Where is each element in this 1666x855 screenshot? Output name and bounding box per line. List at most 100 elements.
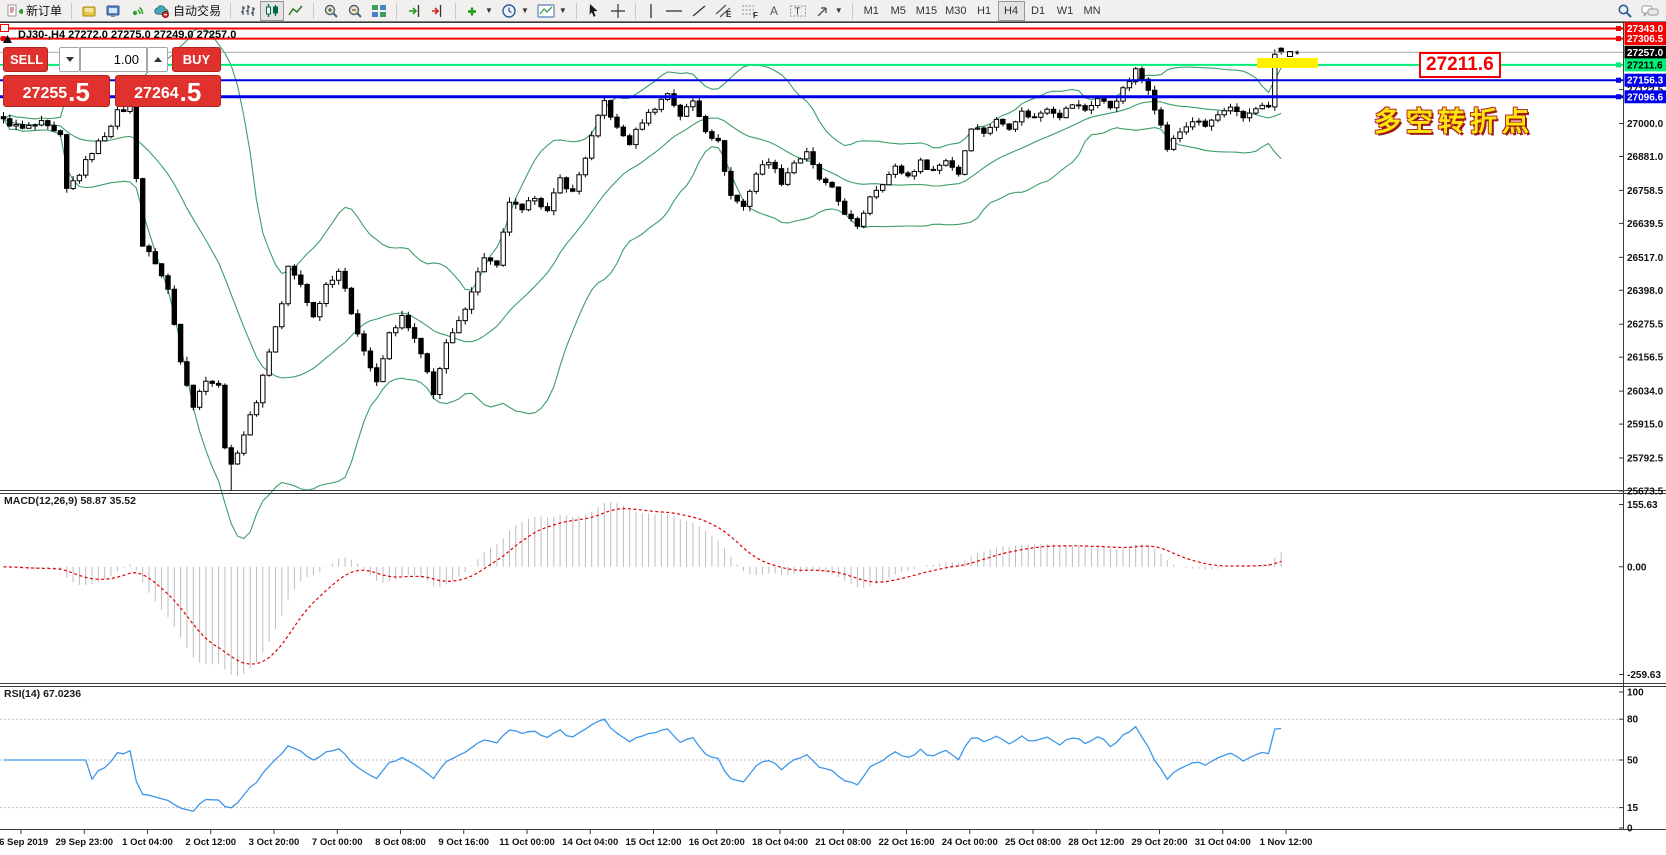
volume-decrease-button[interactable] — [59, 47, 80, 72]
auto-trading-button[interactable]: 自动交易 — [149, 1, 225, 21]
chart-shift-button[interactable] — [426, 1, 450, 21]
indicators-button[interactable]: ▼ — [461, 1, 497, 21]
timeframe-group: M1M5M15M30H1H4D1W1MN — [858, 1, 1106, 21]
timeframe-h1-button[interactable]: H1 — [971, 1, 998, 21]
sell-button[interactable]: SELL — [3, 47, 48, 72]
sell-price-frac: .5 — [68, 81, 90, 103]
horizontal-line-button[interactable] — [661, 1, 687, 21]
chevron-down-icon: ▼ — [835, 6, 843, 15]
timeframe-mn-button[interactable]: MN — [1079, 1, 1106, 21]
chat-icon — [1641, 3, 1659, 19]
zoom-in-button[interactable] — [319, 1, 343, 21]
zoom-in-icon — [323, 3, 339, 19]
timeframe-w1-button[interactable]: W1 — [1052, 1, 1079, 21]
svg-text:25915.0: 25915.0 — [1627, 420, 1664, 431]
chevron-down-icon: ▼ — [485, 6, 493, 15]
line-chart-button[interactable] — [284, 1, 308, 21]
svg-text:50: 50 — [1627, 756, 1639, 767]
text-icon: A — [767, 3, 781, 19]
chevron-down-icon: ▼ — [521, 6, 529, 15]
toolbar: 新订单 自动交易 ▼ ▼ ▼ E F A T ▼ M1M5M15M30H1H4D… — [0, 0, 1666, 22]
svg-text:29 Oct 20:00: 29 Oct 20:00 — [1132, 837, 1188, 848]
chevron-down-icon: ▼ — [559, 6, 567, 15]
svg-text:8 Oct 08:00: 8 Oct 08:00 — [375, 837, 426, 848]
svg-text:14 Oct 04:00: 14 Oct 04:00 — [562, 837, 618, 848]
vertical-line-button[interactable] — [641, 1, 661, 21]
timeframe-d1-button[interactable]: D1 — [1025, 1, 1052, 21]
arrows-button[interactable]: ▼ — [811, 1, 847, 21]
signal-icon — [129, 3, 145, 19]
svg-text:22 Oct 16:00: 22 Oct 16:00 — [879, 837, 935, 848]
toolbar-separator — [455, 3, 456, 19]
svg-text:26398.0: 26398.0 — [1627, 286, 1664, 297]
buy-price[interactable]: 27264.5 — [115, 75, 222, 107]
fibonacci-button[interactable]: F — [737, 1, 763, 21]
svg-text:27257.0: 27257.0 — [1627, 48, 1664, 59]
search-icon — [1617, 3, 1633, 19]
equidistant-channel-button[interactable]: E — [711, 1, 737, 21]
cursor-button[interactable] — [582, 1, 606, 21]
text-label-button[interactable]: T — [785, 1, 811, 21]
zoom-out-button[interactable] — [343, 1, 367, 21]
volume-input[interactable]: 1.00 — [80, 47, 147, 72]
chat-button[interactable] — [1637, 1, 1663, 21]
bar-chart-button[interactable] — [236, 1, 260, 21]
tile-windows-button[interactable] — [367, 1, 391, 21]
price-badges: 27343.027306.527257.027211.627156.327096… — [1625, 22, 1666, 103]
crosshair-button[interactable] — [606, 1, 630, 21]
trendline-button[interactable] — [687, 1, 711, 21]
svg-text:26034.0: 26034.0 — [1627, 387, 1664, 398]
templates-button[interactable]: ▼ — [533, 1, 571, 21]
buy-price-main: 27264 — [134, 85, 179, 103]
toolbar-separator — [396, 3, 397, 19]
history-center-button[interactable] — [77, 1, 101, 21]
chart-shift-icon — [430, 3, 446, 19]
yellow-highlight-marker[interactable] — [1257, 58, 1318, 68]
svg-text:7 Oct 00:00: 7 Oct 00:00 — [312, 837, 363, 848]
search-button[interactable] — [1613, 1, 1637, 21]
svg-text:18 Oct 04:00: 18 Oct 04:00 — [752, 837, 808, 848]
horizontal-line-icon — [665, 3, 683, 19]
market-watch-button[interactable] — [101, 1, 125, 21]
svg-text:28 Oct 12:00: 28 Oct 12:00 — [1068, 837, 1124, 848]
auto-scroll-button[interactable] — [402, 1, 426, 21]
periods-button[interactable]: ▼ — [497, 1, 533, 21]
fibonacci-icon: F — [741, 3, 759, 19]
chart-title: DJ30-,H4 27272.0 27275.0 27249.0 27257.0 — [18, 29, 236, 41]
price-flag-annotation[interactable]: 27211.6 — [1419, 52, 1501, 78]
candlestick-chart-button[interactable] — [260, 1, 284, 21]
svg-text:27211.6: 27211.6 — [1627, 60, 1663, 71]
sell-price[interactable]: 27255.5 — [3, 75, 110, 107]
volume-increase-button[interactable] — [147, 47, 168, 72]
buy-button[interactable]: BUY — [172, 47, 221, 72]
svg-text:80: 80 — [1627, 715, 1639, 726]
svg-text:27156.3: 27156.3 — [1627, 76, 1664, 87]
timeframe-m30-button[interactable]: M30 — [941, 1, 970, 21]
book-icon — [81, 3, 97, 19]
toolbar-separator — [852, 3, 853, 19]
svg-text:26758.5: 26758.5 — [1627, 186, 1664, 197]
toolbar-separator — [230, 3, 231, 19]
svg-text:25792.5: 25792.5 — [1627, 454, 1664, 465]
vertical-line-icon — [646, 3, 656, 19]
text-button[interactable]: A — [763, 1, 785, 21]
signals-button[interactable] — [125, 1, 149, 21]
new-order-label: 新订单 — [26, 2, 62, 19]
chinese-note-annotation[interactable]: 多空转折点 — [1374, 100, 1534, 139]
svg-text:11 Oct 00:00: 11 Oct 00:00 — [499, 837, 554, 848]
add-indicator-icon — [465, 3, 481, 19]
svg-text:T: T — [794, 6, 800, 17]
svg-text:F: F — [753, 11, 758, 19]
new-order-button[interactable]: 新订单 — [3, 1, 66, 21]
toolbar-separator — [635, 3, 636, 19]
timeframe-m1-button[interactable]: M1 — [858, 1, 885, 21]
timeframe-m15-button[interactable]: M15 — [912, 1, 941, 21]
svg-text:31 Oct 04:00: 31 Oct 04:00 — [1195, 837, 1251, 848]
svg-text:26 Sep 2019: 26 Sep 2019 — [0, 837, 48, 848]
channel-icon: E — [715, 3, 733, 19]
arrow-up-icon — [154, 57, 162, 62]
candlestick-chart-icon — [264, 3, 280, 19]
timeframe-h4-button[interactable]: H4 — [998, 1, 1025, 21]
timeframe-m5-button[interactable]: M5 — [885, 1, 912, 21]
crosshair-icon — [610, 3, 626, 19]
